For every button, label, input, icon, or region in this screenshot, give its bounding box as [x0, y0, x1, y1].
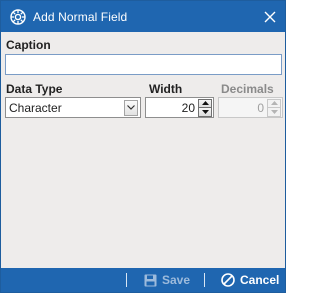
floppy-disk-icon	[144, 274, 157, 287]
caption-input[interactable]	[5, 54, 282, 75]
chevron-down-icon[interactable]	[124, 99, 138, 116]
decimals-value: 0	[257, 100, 264, 115]
width-increment-icon[interactable]	[198, 98, 212, 108]
caption-label: Caption	[6, 38, 51, 52]
footer-divider	[126, 273, 127, 287]
decimals-decrement-icon	[267, 108, 281, 117]
title-bar: Add Normal Field	[1, 1, 285, 32]
dialog-footer: Save Cancel	[1, 268, 285, 292]
decimals-increment-icon	[267, 98, 281, 108]
data-type-select[interactable]: Character	[5, 97, 141, 118]
decimals-stepper: 0	[218, 97, 283, 118]
data-type-label: Data Type	[6, 82, 63, 96]
save-button-label: Save	[162, 273, 191, 287]
cancel-button-label: Cancel	[240, 273, 280, 287]
data-type-value: Character	[9, 100, 62, 115]
window-title: Add Normal Field	[33, 9, 128, 24]
save-button[interactable]: Save	[144, 268, 190, 292]
app-gear-icon	[10, 8, 26, 25]
width-decrement-icon[interactable]	[198, 108, 212, 117]
width-label: Width	[149, 82, 183, 96]
width-value: 20	[181, 100, 195, 115]
cancel-circle-icon	[221, 273, 235, 287]
decimals-label: Decimals	[221, 82, 274, 96]
dialog-window: Add Normal Field Caption Data Type Chara…	[0, 0, 286, 293]
close-icon[interactable]	[262, 9, 277, 24]
cancel-button[interactable]: Cancel	[221, 268, 279, 292]
width-stepper[interactable]: 20	[145, 97, 214, 118]
footer-divider	[204, 273, 205, 287]
